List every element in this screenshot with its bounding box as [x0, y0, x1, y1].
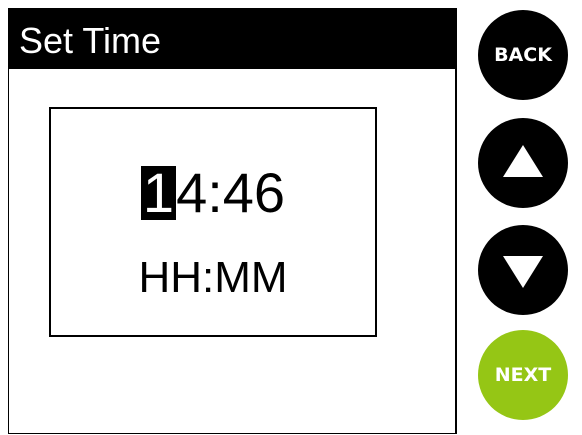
page-title: Set Time: [9, 9, 455, 69]
time-remainder: 4:46: [176, 161, 286, 224]
next-button[interactable]: NEXT: [478, 330, 568, 420]
arrow-down-icon: [503, 256, 543, 288]
selected-digit[interactable]: 1: [140, 165, 177, 221]
arrow-up-icon: [503, 145, 543, 177]
time-display: 14:46 HH:MM: [49, 107, 377, 337]
page-title-text: Set Time: [19, 20, 162, 61]
time-format-label: HH:MM: [138, 253, 288, 302]
next-button-label: NEXT: [494, 364, 552, 386]
device-screen: Set Time 14:46 HH:MM: [8, 8, 456, 434]
divider: [456, 8, 457, 434]
up-button[interactable]: [478, 118, 568, 208]
back-button-label: BACK: [494, 44, 552, 66]
down-button[interactable]: [478, 225, 568, 315]
back-button[interactable]: BACK: [478, 10, 568, 100]
time-value: 14:46: [51, 161, 375, 225]
